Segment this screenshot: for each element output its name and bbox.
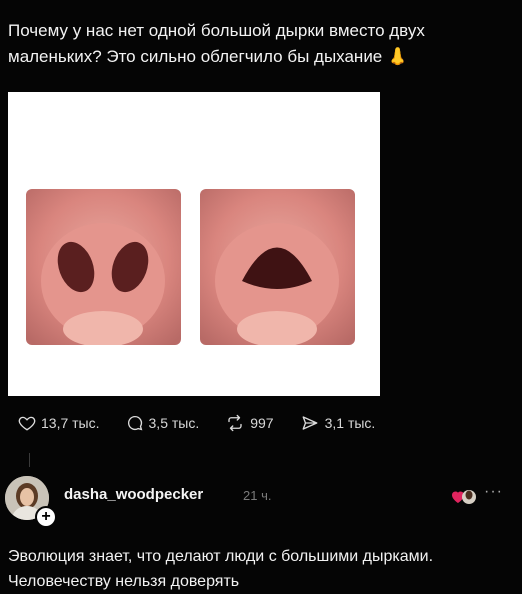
post-image[interactable] — [8, 92, 380, 396]
thread-line — [29, 453, 30, 467]
nose-image-one-nostril — [200, 189, 355, 345]
repost-icon — [225, 414, 245, 432]
repost-count: 997 — [250, 415, 274, 431]
comment-count: 3,5 тыс. — [148, 415, 200, 431]
share-button[interactable]: 3,1 тыс. — [300, 414, 376, 432]
more-icon[interactable]: ··· — [484, 483, 503, 501]
share-icon — [300, 414, 320, 432]
comment-button[interactable]: 3,5 тыс. — [126, 414, 200, 432]
post-actions: 13,7 тыс. 3,5 тыс. 997 3,1 тыс. — [18, 411, 401, 435]
post-text: Почему у нас нет одной большой дырки вме… — [8, 21, 425, 66]
reaction-icon[interactable] — [451, 485, 477, 507]
reply-text: Эволюция знает, что делают люди с больши… — [8, 548, 434, 590]
share-count: 3,1 тыс. — [324, 415, 376, 431]
nose-image-two-nostrils — [26, 189, 181, 345]
reply-username[interactable]: dasha_woodpecker — [64, 486, 203, 503]
reply-timestamp: 21 ч. — [243, 488, 272, 503]
repost-button[interactable]: 997 — [225, 414, 274, 432]
comment-icon — [126, 414, 144, 432]
add-follow-icon[interactable]: + — [35, 506, 57, 528]
heart-icon — [18, 414, 36, 432]
like-button[interactable]: 13,7 тыс. — [18, 414, 100, 432]
like-count: 13,7 тыс. — [41, 415, 100, 431]
